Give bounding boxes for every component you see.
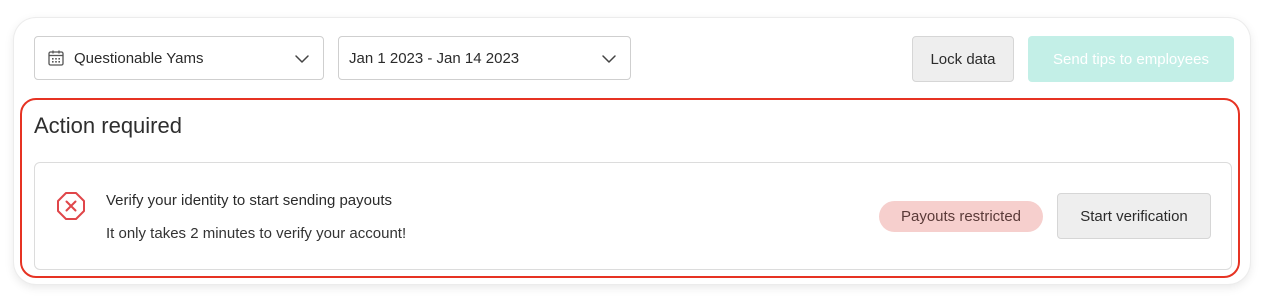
toolbar: Questionable Yams Jan 1 2023 - Jan 14 20… bbox=[14, 18, 1250, 98]
send-tips-button[interactable]: Send tips to employees bbox=[1028, 36, 1234, 82]
location-select[interactable]: Questionable Yams bbox=[34, 36, 324, 80]
location-select-value: Questionable Yams bbox=[74, 49, 204, 67]
tips-panel: Questionable Yams Jan 1 2023 - Jan 14 20… bbox=[14, 18, 1250, 284]
lock-data-button[interactable]: Lock data bbox=[912, 36, 1014, 82]
error-octagon-icon bbox=[55, 190, 87, 222]
screen: Questionable Yams Jan 1 2023 - Jan 14 20… bbox=[0, 0, 1269, 303]
chevron-down-icon bbox=[293, 50, 311, 68]
verify-subtitle: It only takes 2 minutes to verify your a… bbox=[106, 225, 407, 242]
action-required-section: Action required Verify your identity to … bbox=[20, 98, 1240, 278]
verify-identity-card: Verify your identity to start sending pa… bbox=[34, 162, 1232, 270]
start-verification-button[interactable]: Start verification bbox=[1057, 193, 1211, 239]
calendar-icon bbox=[47, 49, 65, 67]
status-badge: Payouts restricted bbox=[879, 201, 1043, 232]
date-range-value: Jan 1 2023 - Jan 14 2023 bbox=[349, 49, 520, 67]
section-title: Action required bbox=[34, 113, 182, 138]
chevron-down-icon bbox=[600, 50, 618, 68]
verify-title: Verify your identity to start sending pa… bbox=[106, 192, 392, 209]
date-range-select[interactable]: Jan 1 2023 - Jan 14 2023 bbox=[338, 36, 631, 80]
